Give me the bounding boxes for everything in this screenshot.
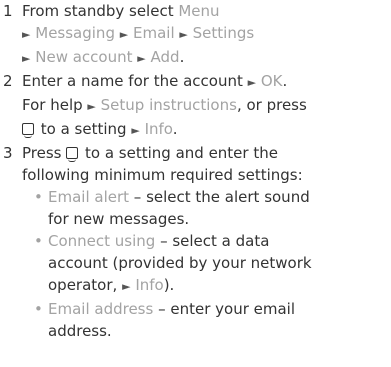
arrow-icon: ► (122, 280, 131, 293)
navigation-key-icon (22, 123, 34, 138)
menu-path-add: Add (150, 48, 180, 66)
arrow-icon: ► (179, 28, 188, 41)
step-2-line-1: Enter a name for the account ► OK. (22, 72, 288, 90)
step-3-line-2: following minimum required settings: (22, 166, 303, 184)
list-item-connect-using: • Connect using – select a data account … (34, 232, 312, 294)
setting-email-alert: Email alert (48, 188, 130, 206)
arrow-icon: ► (119, 28, 129, 41)
list-item-email-address: • Email address – enter your email addre… (34, 300, 296, 340)
step-2: 2 Enter a name for the account ► OK. For… (0, 70, 391, 142)
step-1-line-1: From standby select Menu (22, 2, 220, 20)
bullet-icon: • (34, 232, 43, 250)
setting-connect-using: Connect using (48, 232, 156, 250)
navigation-key-icon (66, 147, 79, 162)
bullet-icon: • (34, 188, 43, 206)
softkey-info: Info (144, 120, 173, 138)
step-2-line-2: For help ► Setup instructions, or press (22, 96, 307, 114)
step-number: 1 (3, 2, 13, 20)
arrow-icon: ► (131, 124, 140, 137)
arrow-icon: ► (22, 52, 31, 65)
list-item-email-alert: • Email alert – select the alert sound f… (34, 188, 310, 228)
step-number: 3 (3, 144, 13, 162)
setting-email-address: Email address (48, 300, 154, 318)
softkey-ok: OK (260, 72, 283, 90)
step-1-line-2: ► Messaging ► Email ► Settings (22, 22, 391, 46)
arrow-icon: ► (22, 28, 31, 41)
menu-path-email: Email (133, 24, 175, 42)
step-3: 3 Press to a setting and enter the follo… (0, 142, 391, 342)
step-number: 2 (3, 72, 13, 90)
menu-path-menu: Menu (178, 2, 220, 20)
arrow-icon: ► (247, 76, 257, 89)
arrow-icon: ► (137, 52, 146, 65)
step-2-line-3: to a setting ► Info. (22, 118, 391, 142)
menu-path-setup-instructions: Setup instructions (100, 96, 237, 114)
softkey-info: Info (135, 276, 164, 294)
step-1-line-3: ► New account ► Add. (22, 48, 185, 66)
menu-path-settings: Settings (192, 24, 255, 42)
instruction-page: 1 From standby select Menu ► Messaging ►… (0, 0, 391, 367)
step-1: 1 From standby select Menu ► Messaging ►… (0, 0, 391, 70)
required-settings-list: • Email alert – select the alert sound f… (22, 186, 391, 342)
menu-path-new-account: New account (35, 48, 133, 66)
step-3-line-1: Press to a setting and enter the (22, 144, 278, 162)
bullet-icon: • (34, 300, 43, 318)
menu-path-messaging: Messaging (35, 24, 115, 42)
arrow-icon: ► (87, 100, 96, 113)
